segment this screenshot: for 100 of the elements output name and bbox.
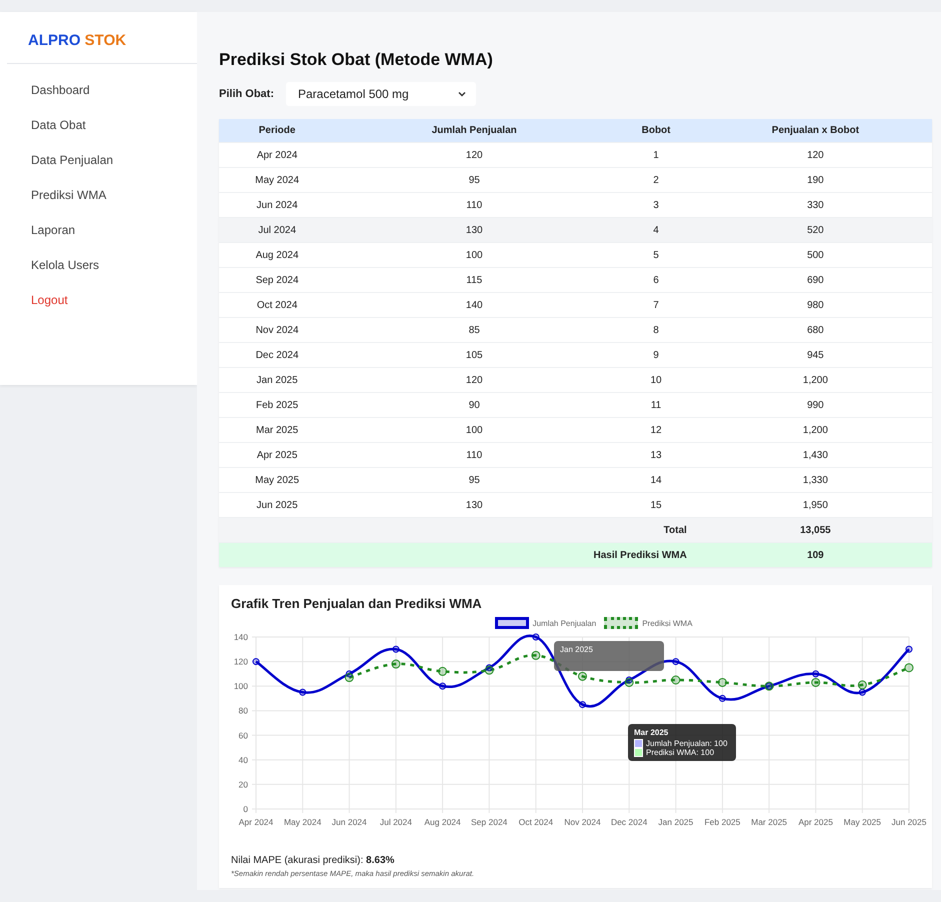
tooltip-title: Mar 2025	[634, 728, 670, 737]
data-point[interactable]	[439, 682, 446, 690]
sidebar-link[interactable]: Prediksi WMA	[31, 178, 106, 213]
table-cell: 13	[613, 442, 699, 468]
table-cell: 945	[698, 342, 932, 368]
data-point[interactable]	[812, 670, 820, 678]
data-point[interactable]	[858, 688, 866, 696]
table-cell: 9	[613, 342, 699, 368]
table-cell: 1,330	[698, 468, 932, 492]
table-cell: 10	[613, 368, 699, 392]
summary-label: Total	[219, 518, 699, 542]
x-tick-label: Apr 2025	[798, 817, 833, 827]
legend-label[interactable]: Jumlah Penjualan	[532, 618, 596, 628]
sidebar-link[interactable]: Laporan	[31, 213, 76, 248]
x-tick-label: Aug 2024	[424, 817, 461, 827]
sidebar-link[interactable]: Data Penjualan	[31, 143, 114, 178]
data-point[interactable]	[252, 658, 260, 666]
tooltip-text: Prediksi WMA: 100	[646, 748, 714, 757]
x-tick-label: Dec 2024	[610, 817, 648, 827]
table-cell: 14	[613, 468, 699, 492]
y-tick-label: 100	[234, 681, 248, 692]
y-tick-label: 40	[238, 754, 248, 765]
logout-link[interactable]: Logout	[31, 283, 68, 318]
table-cell: 115	[335, 268, 614, 292]
sidebar-link[interactable]: Dashboard	[31, 73, 90, 108]
table-cell: 680	[698, 318, 932, 342]
mape-text: Nilai MAPE (akurasi prediksi): 8.63%	[231, 855, 396, 866]
data-point[interactable]	[299, 688, 306, 696]
legend-swatch[interactable]	[604, 617, 638, 629]
select-label: Pilih Obat:	[219, 88, 274, 100]
y-tick-label: 0	[243, 804, 248, 814]
data-point[interactable]	[672, 658, 680, 666]
table-cell: 120	[335, 368, 614, 392]
data-point[interactable]	[346, 670, 353, 678]
table-cell: 120	[698, 142, 932, 168]
x-tick-label: Jan 2025	[658, 817, 694, 827]
data-point[interactable]	[344, 673, 354, 682]
data-point[interactable]	[906, 646, 912, 653]
summary-value: 109	[698, 542, 932, 567]
table-cell: Apr 2024	[219, 142, 336, 168]
x-tick-label: Apr 2024	[238, 817, 274, 827]
tooltip-text: Jumlah Penjualan: 100	[646, 739, 728, 748]
y-tick-label: 60	[238, 730, 248, 740]
data-point[interactable]	[484, 666, 494, 675]
y-tick-label: 20	[238, 779, 248, 790]
table-cell: 990	[698, 392, 932, 418]
data-point[interactable]	[718, 694, 726, 702]
table-cell: 85	[335, 318, 614, 342]
table-cell: 7	[613, 292, 699, 318]
x-tick-label: Sep 2024	[471, 817, 508, 827]
x-tick-label: Jun 2024	[332, 817, 367, 827]
legend-swatch[interactable]	[494, 617, 529, 629]
x-tick-label: Jun 2025	[892, 817, 926, 827]
sidebar-link[interactable]: Data Obat	[31, 108, 86, 143]
medicine-select[interactable]: Paracetamol 500 mg	[286, 82, 476, 106]
table-cell: 110	[335, 442, 614, 468]
table-cell: Nov 2024	[219, 318, 336, 342]
summary-label: Hasil Prediksi WMA	[219, 542, 699, 567]
table-cell: Jan 2025	[219, 368, 336, 392]
chart-title: Grafik Tren Penjualan dan Prediksi WMA	[231, 596, 483, 611]
page-title: Prediksi Stok Obat (Metode WMA)	[219, 50, 494, 70]
tooltip-title: Jan 2025	[560, 645, 594, 654]
data-point[interactable]	[532, 634, 540, 640]
table-cell: 5	[613, 242, 699, 268]
table-cell: 6	[613, 268, 699, 292]
sidebar-link[interactable]: Kelola Users	[31, 248, 100, 283]
data-point[interactable]	[392, 646, 400, 653]
table-cell: 8	[613, 318, 699, 342]
table-cell: Aug 2024	[219, 242, 336, 268]
table-cell: 105	[335, 342, 614, 368]
legend-label[interactable]: Prediksi WMA	[642, 618, 692, 628]
data-point[interactable]	[624, 678, 634, 687]
table-cell: 980	[698, 292, 932, 318]
table-cell: 12	[613, 418, 699, 442]
x-tick-label: Jul 2024	[380, 817, 412, 827]
y-tick-label: 120	[234, 656, 248, 667]
table-cell: Apr 2025	[219, 442, 336, 468]
table-cell: 120	[335, 142, 614, 168]
column-header: Penjualan x Bobot	[698, 119, 932, 142]
data-point[interactable]	[579, 701, 586, 708]
x-tick-label: Feb 2025	[704, 817, 740, 827]
table-cell: 190	[698, 168, 932, 192]
table-cell: Sep 2024	[219, 268, 336, 292]
table-cell: Mar 2025	[219, 418, 336, 442]
table-cell: 130	[335, 218, 614, 242]
table-cell: 4	[613, 218, 699, 242]
x-tick-label: Nov 2024	[564, 817, 601, 827]
summary-value: 13,055	[698, 518, 932, 542]
column-header: Periode	[219, 119, 336, 142]
table-cell: 1	[613, 142, 699, 168]
table-cell: 1,200	[698, 418, 932, 442]
table-cell: 1,430	[698, 442, 932, 468]
column-header: Bobot	[613, 119, 699, 142]
table-cell: May 2024	[219, 168, 336, 192]
table-cell: 690	[698, 268, 932, 292]
table-cell: 500	[698, 242, 932, 268]
table-cell: May 2025	[219, 468, 336, 492]
x-tick-label: May 2025	[844, 817, 882, 827]
y-tick-label: 80	[238, 706, 248, 716]
y-tick-label: 140	[234, 632, 248, 642]
